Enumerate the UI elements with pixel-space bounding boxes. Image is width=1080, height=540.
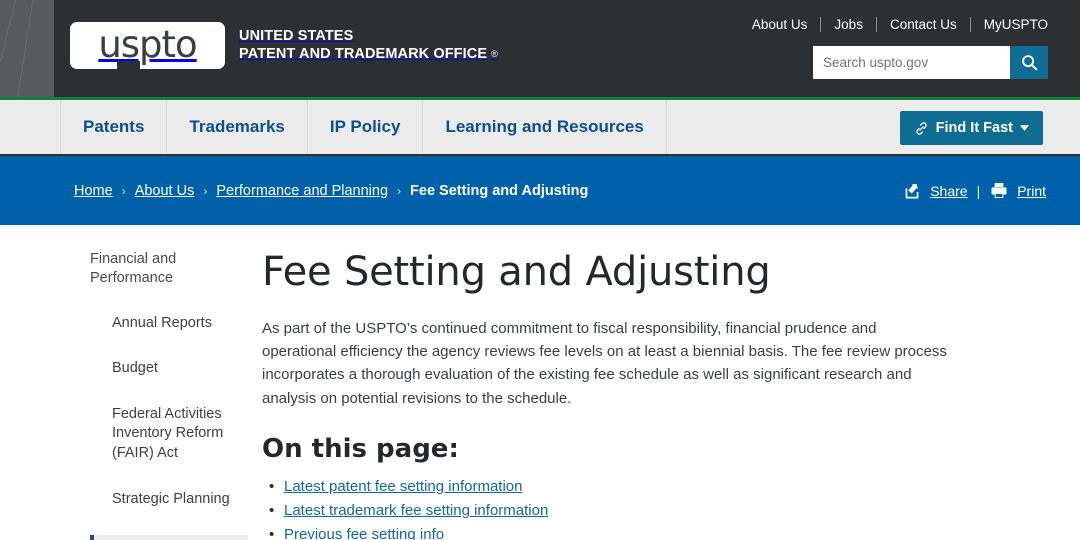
agency-name-line2: PATENT AND TRADEMARK OFFICE xyxy=(239,45,488,62)
list-item: Latest trademark fee setting information xyxy=(269,500,1030,522)
breadcrumb-separator-icon: › xyxy=(121,183,126,198)
page-tools-divider: | xyxy=(976,182,981,199)
utility-link-contact-us[interactable]: Contact Us xyxy=(877,17,970,32)
sidebar-item-budget[interactable]: Budget xyxy=(90,359,248,379)
share-label[interactable]: Share xyxy=(930,183,967,199)
uspto-logo: uspto xyxy=(70,22,225,69)
sidebar-item-fair-act[interactable]: Federal Activities Inventory Reform (FAI… xyxy=(90,405,248,464)
main-nav: Patents Trademarks IP Policy Learning an… xyxy=(0,100,1080,156)
agency-name: UNITED STATES PATENT AND TRADEMARK OFFIC… xyxy=(239,28,498,63)
find-it-fast-button[interactable]: Find It Fast xyxy=(899,111,1043,145)
registered-mark-icon: ® xyxy=(491,48,498,59)
print-button[interactable]: Print xyxy=(989,181,1046,200)
breadcrumb: Home › About Us › Performance and Planni… xyxy=(74,183,588,199)
uspto-logo-link[interactable]: uspto UNITED STATES PATENT AND TRADEMARK… xyxy=(70,22,498,69)
agency-name-line1: UNITED STATES xyxy=(239,27,354,44)
search-button[interactable] xyxy=(1010,46,1048,79)
sidebar-title: Financial and Performance xyxy=(90,251,177,286)
header-decorative-band xyxy=(0,0,54,97)
list-item: Latest patent fee setting information xyxy=(269,476,1030,498)
breadcrumb-item-performance-and-planning[interactable]: Performance and Planning xyxy=(216,183,388,199)
sidebar-item-strategic-planning[interactable]: Strategic Planning xyxy=(90,490,248,510)
uspto-logo-text: uspto xyxy=(98,23,197,66)
breadcrumb-item-about-us[interactable]: About Us xyxy=(135,183,195,199)
on-this-page-heading: On this page: xyxy=(262,433,459,464)
find-it-fast-label: Find It Fast xyxy=(935,120,1013,136)
page-content: Financial and Performance Annual Reports… xyxy=(0,225,1080,540)
utility-link-about-us[interactable]: About Us xyxy=(739,17,821,32)
printer-icon xyxy=(991,182,1007,199)
link-latest-patent-fee-setting-information[interactable]: Latest patent fee setting information xyxy=(284,478,522,495)
intro-paragraph: As part of the USPTO’s continued commitm… xyxy=(262,319,947,407)
page-tools: Share | Print xyxy=(902,181,1046,200)
breadcrumb-item-home[interactable]: Home xyxy=(74,183,113,199)
breadcrumb-separator-icon: › xyxy=(203,183,208,198)
sidebar-item-annual-reports[interactable]: Annual Reports xyxy=(90,314,248,334)
breadcrumb-item-current: Fee Setting and Adjusting xyxy=(410,182,589,199)
print-label[interactable]: Print xyxy=(1017,183,1046,199)
nav-item-learning-and-resources[interactable]: Learning and Resources xyxy=(423,100,667,154)
site-search xyxy=(813,46,1048,79)
breadcrumb-bar: Home › About Us › Performance and Planni… xyxy=(0,156,1080,225)
main-column: Fee Setting and Adjusting As part of the… xyxy=(248,250,1080,540)
utility-link-jobs[interactable]: Jobs xyxy=(821,17,876,32)
link-icon xyxy=(916,121,927,135)
sidebar-item-fee-setting-and-adjusting[interactable]: Fee Setting and Adjusting xyxy=(90,535,248,540)
share-button[interactable]: Share xyxy=(902,181,968,200)
list-item: Previous fee setting info xyxy=(269,524,1030,540)
page-title: Fee Setting and Adjusting xyxy=(262,249,771,295)
utility-nav: About Us Jobs Contact Us MyUSPTO xyxy=(739,17,1048,32)
link-latest-trademark-fee-setting-information[interactable]: Latest trademark fee setting information xyxy=(284,502,548,519)
on-this-page-list: Latest patent fee setting information La… xyxy=(262,476,1030,540)
nav-item-trademarks[interactable]: Trademarks xyxy=(167,100,308,154)
search-input[interactable] xyxy=(813,46,1010,79)
share-icon xyxy=(905,183,919,199)
site-header: uspto UNITED STATES PATENT AND TRADEMARK… xyxy=(0,0,1080,97)
breadcrumb-separator-icon: › xyxy=(397,183,402,198)
search-icon xyxy=(1021,55,1037,71)
sidebar-nav: Financial and Performance Annual Reports… xyxy=(0,250,248,540)
chevron-down-icon xyxy=(1020,125,1029,131)
nav-item-patents[interactable]: Patents xyxy=(60,100,168,154)
utility-link-myuspto[interactable]: MyUSPTO xyxy=(971,17,1048,32)
link-previous-fee-setting-info[interactable]: Previous fee setting info xyxy=(284,526,444,540)
nav-item-ip-policy[interactable]: IP Policy xyxy=(308,100,424,154)
